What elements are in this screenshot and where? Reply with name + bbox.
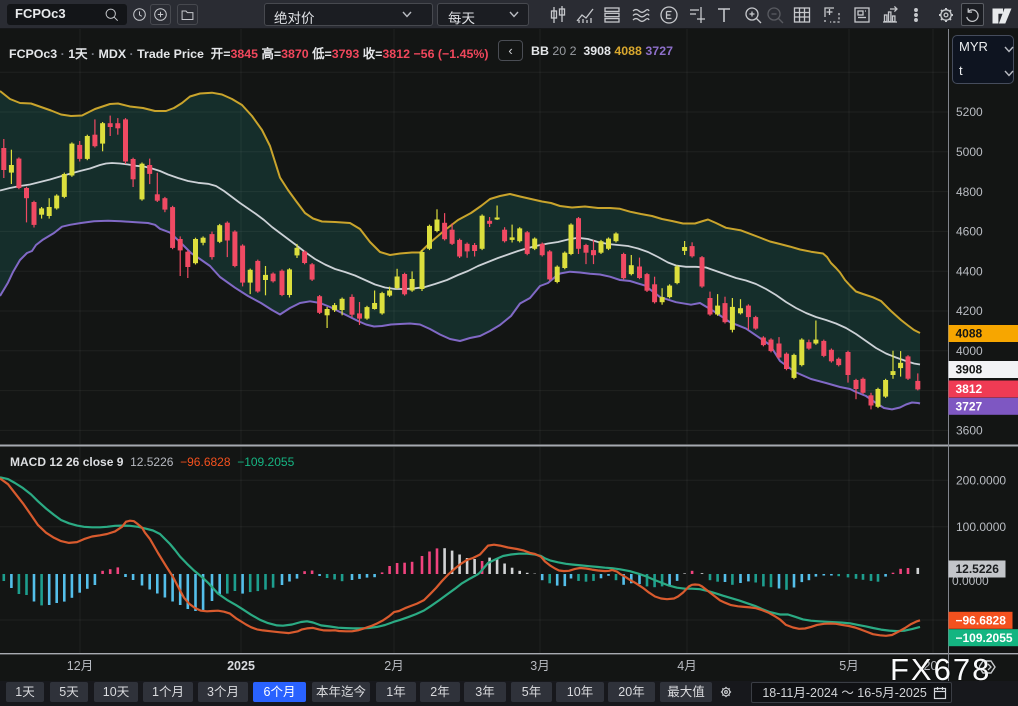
- svg-text:2025: 2025: [227, 659, 255, 673]
- svg-text:4000: 4000: [956, 344, 983, 358]
- svg-text:5200: 5200: [956, 105, 983, 119]
- svg-text:3908: 3908: [956, 363, 983, 377]
- svg-text:4月: 4月: [677, 659, 696, 673]
- svg-text:−109.2055: −109.2055: [956, 631, 1013, 645]
- svg-text:5月: 5月: [839, 659, 858, 673]
- svg-text:−96.6828: −96.6828: [956, 614, 1007, 628]
- svg-text:4800: 4800: [956, 185, 983, 199]
- svg-text:12.5226: 12.5226: [956, 562, 1000, 576]
- svg-text:2月: 2月: [384, 659, 403, 673]
- svg-text:3月: 3月: [530, 659, 549, 673]
- svg-text:3600: 3600: [956, 424, 983, 438]
- svg-text:4400: 4400: [956, 264, 983, 278]
- svg-text:3727: 3727: [956, 400, 983, 414]
- svg-text:4088: 4088: [956, 327, 983, 341]
- svg-text:4600: 4600: [956, 225, 983, 239]
- svg-text:3812: 3812: [956, 382, 983, 396]
- svg-text:200.0000: 200.0000: [956, 473, 1006, 487]
- svg-text:12月: 12月: [67, 659, 93, 673]
- svg-text:4200: 4200: [956, 304, 983, 318]
- svg-text:5000: 5000: [956, 145, 983, 159]
- svg-text:100.0000: 100.0000: [956, 520, 1006, 534]
